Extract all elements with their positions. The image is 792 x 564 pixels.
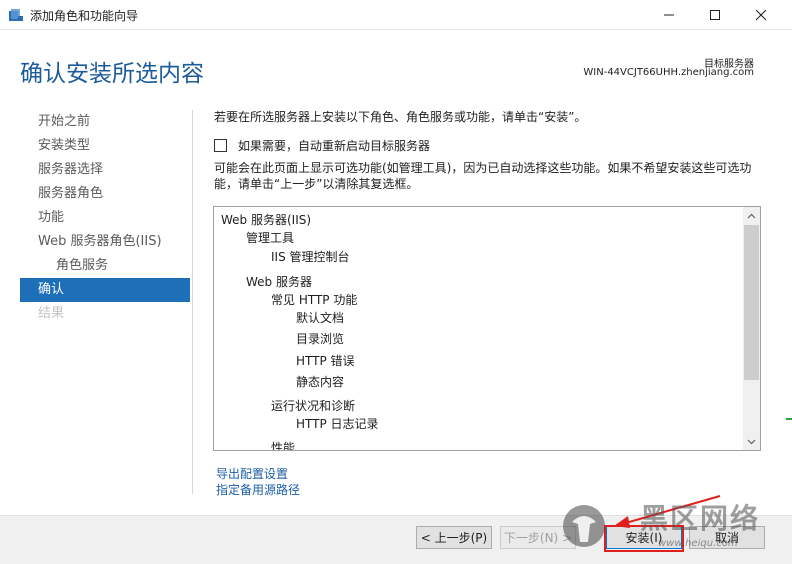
- scroll-up-button[interactable]: [743, 207, 760, 224]
- minimize-button[interactable]: [646, 0, 692, 30]
- list-item: 运行状况和诊断: [271, 399, 356, 413]
- list-item: Web 服务器(IIS): [221, 213, 312, 227]
- nav-item-features[interactable]: 功能: [20, 206, 190, 230]
- nav-item-results: 结果: [38, 306, 65, 321]
- nav-item-installation-type[interactable]: 安装类型: [20, 134, 190, 158]
- minimize-icon: [664, 14, 674, 16]
- selected-features-list[interactable]: Web 服务器(IIS) 管理工具 IIS 管理控制台 Web 服务器 常见 H…: [213, 206, 761, 451]
- alternate-source-link[interactable]: 指定备用源路径: [216, 481, 300, 498]
- list-item: 默认文档: [296, 311, 345, 325]
- list-item: 静态内容: [296, 375, 345, 389]
- optional-features-note: 可能会在此页面上显示可选功能(如管理工具)，因为已自动选择这些功能。如果不希望安…: [214, 161, 752, 191]
- list-item: 目录浏览: [296, 332, 345, 346]
- chevron-down-icon: [747, 439, 756, 444]
- list-item: 性能: [271, 441, 296, 450]
- list-scrollbar[interactable]: [743, 207, 760, 450]
- restart-label: 如果需要，自动重新启动目标服务器: [238, 139, 431, 153]
- nav-item-confirmation[interactable]: 确认: [20, 278, 190, 302]
- scroll-down-button[interactable]: [743, 433, 760, 450]
- edge-marker: [786, 418, 792, 420]
- restart-option[interactable]: 如果需要，自动重新启动目标服务器: [214, 137, 430, 154]
- restart-checkbox[interactable]: [214, 139, 227, 152]
- previous-button[interactable]: < 上一步(P): [416, 526, 492, 549]
- nav-item-web-server-role[interactable]: Web 服务器角色(IIS): [20, 230, 190, 254]
- watermark-url: www.heiqu.com: [658, 538, 738, 549]
- nav-divider: [192, 110, 193, 494]
- list-item: 管理工具: [246, 231, 295, 245]
- list-item: HTTP 错误: [296, 354, 355, 368]
- list-item: IIS 管理控制台: [271, 250, 350, 264]
- list-item: 常见 HTTP 功能: [271, 293, 358, 307]
- watermark-logo-icon: [563, 505, 605, 547]
- maximize-icon: [710, 10, 720, 20]
- nav-item-server-selection[interactable]: 服务器选择: [20, 158, 190, 182]
- scroll-thumb[interactable]: [744, 225, 759, 380]
- list-item: HTTP 日志记录: [296, 417, 379, 431]
- page-title: 确认安装所选内容: [20, 61, 204, 87]
- title-bar: 添加角色和功能向导: [0, 0, 792, 30]
- nav-item-before-you-begin[interactable]: 开始之前: [20, 110, 190, 134]
- close-button[interactable]: [738, 0, 784, 30]
- wizard-nav: 开始之前 安装类型 服务器选择 服务器角色 功能 Web 服务器角色(IIS) …: [20, 110, 190, 326]
- chevron-up-icon: [747, 213, 756, 218]
- target-server-name: WIN-44VCJT66UHH.zhenjiang.com: [583, 67, 754, 78]
- watermark-brand: 黑区网络: [640, 502, 761, 535]
- list-item: Web 服务器: [246, 275, 312, 289]
- nav-item-server-roles[interactable]: 服务器角色: [20, 182, 190, 206]
- intro-text: 若要在所选服务器上安装以下角色、角色服务或功能，请单击“安装”。: [214, 110, 587, 124]
- window-title: 添加角色和功能向导: [30, 9, 139, 23]
- nav-item-role-services[interactable]: 角色服务: [20, 254, 190, 278]
- maximize-button[interactable]: [692, 0, 738, 30]
- server-manager-icon: [9, 9, 23, 21]
- close-icon: [755, 9, 767, 21]
- export-config-link[interactable]: 导出配置设置: [216, 465, 288, 482]
